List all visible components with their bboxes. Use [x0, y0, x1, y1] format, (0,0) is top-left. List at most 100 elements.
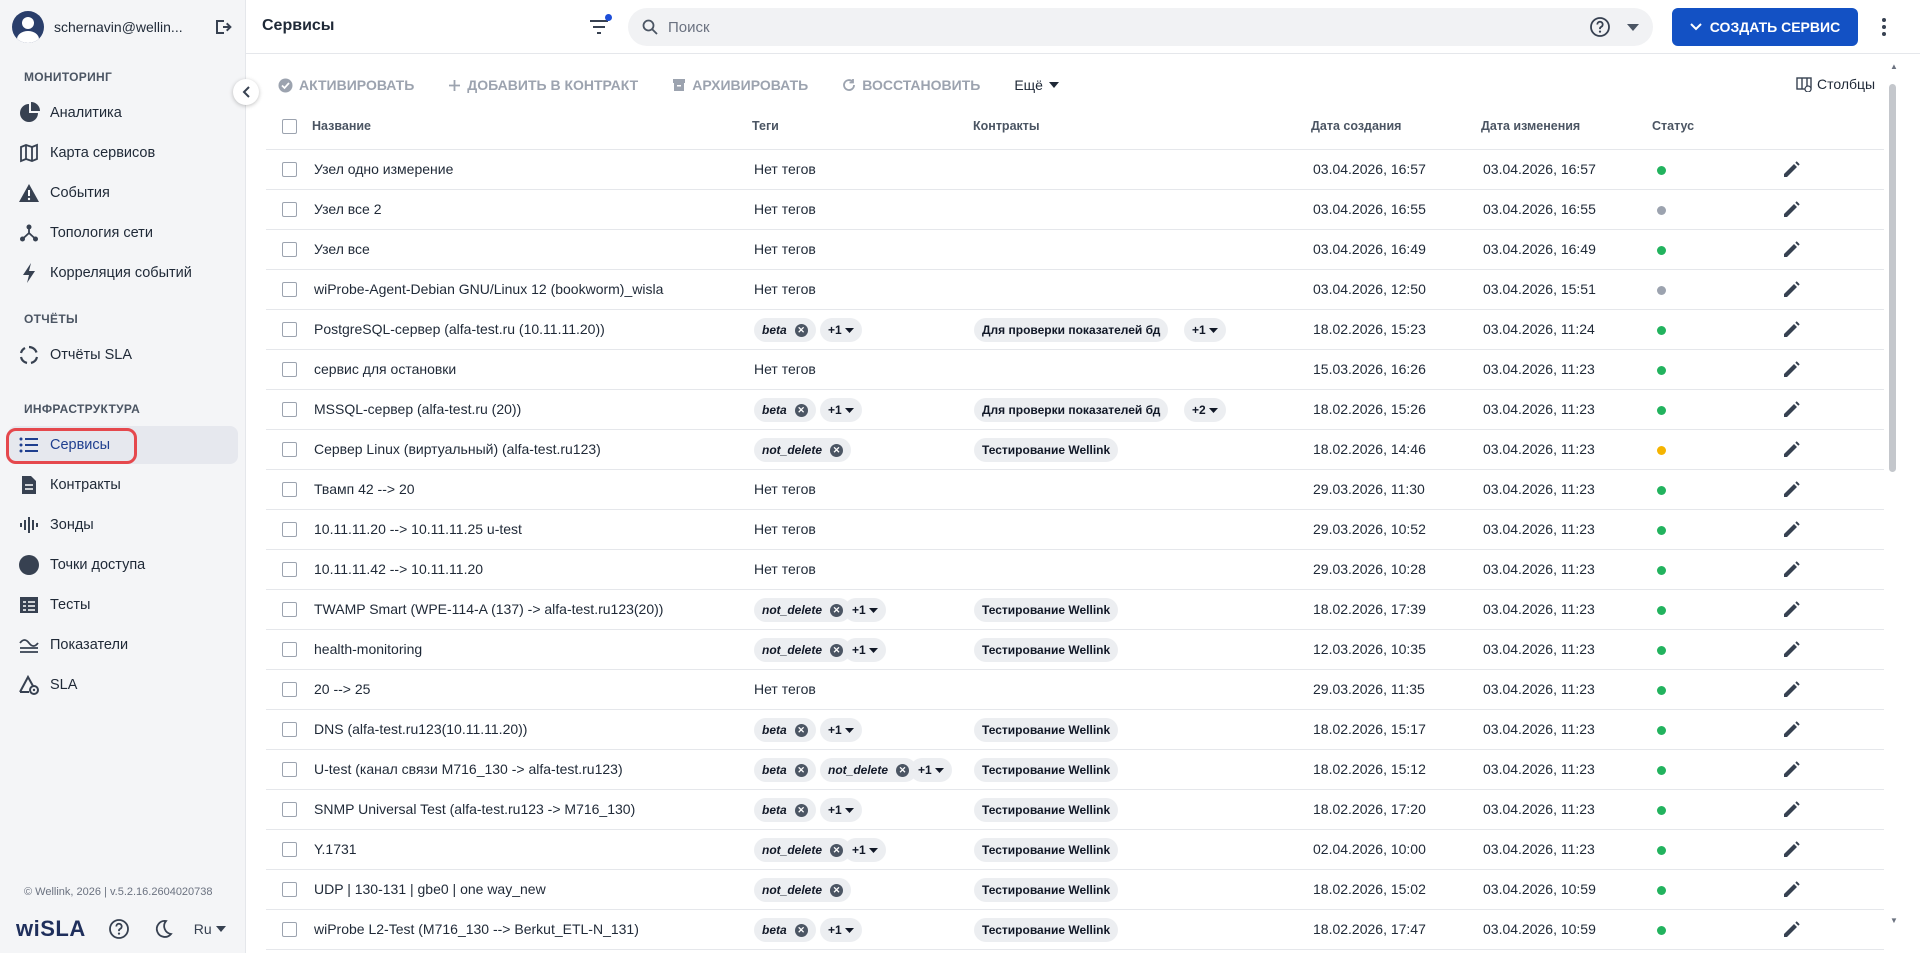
edit-icon[interactable] — [1780, 639, 1802, 661]
tags-more-chip[interactable]: +1 — [820, 718, 863, 742]
row-checkbox[interactable] — [282, 402, 297, 417]
service-name[interactable]: Узел одно измерение — [314, 161, 453, 177]
tags-more-chip[interactable]: +1 — [820, 918, 863, 942]
remove-tag-icon[interactable]: ✕ — [896, 763, 910, 777]
select-all-checkbox[interactable] — [282, 119, 297, 134]
service-name[interactable]: wiProbe-Agent-Debian GNU/Linux 12 (bookw… — [314, 281, 663, 297]
sidebar-item-0-0[interactable]: Аналитика — [8, 94, 238, 132]
contract-chip[interactable]: Тестирование Wellink — [974, 438, 1119, 462]
sidebar-item-0-3[interactable]: Топология сети — [8, 214, 238, 252]
tags-more-chip[interactable]: +1 — [820, 318, 863, 342]
tag-chip[interactable]: beta ✕ — [754, 398, 816, 422]
service-name[interactable]: Сервер Linux (виртуальный) (alfa-test.ru… — [314, 441, 601, 457]
table-row[interactable]: wiProbe-Agent-Debian GNU/Linux 12 (bookw… — [266, 270, 1884, 310]
sidebar-item-2-6[interactable]: SLA — [8, 666, 238, 704]
row-checkbox[interactable] — [282, 602, 297, 617]
tags-more-chip[interactable]: +1 — [910, 758, 953, 782]
row-checkbox[interactable] — [282, 362, 297, 377]
service-name[interactable]: health-monitoring — [314, 641, 422, 657]
service-name[interactable]: 20 --> 25 — [314, 681, 370, 697]
sidebar-item-2-1[interactable]: Контракты — [8, 466, 238, 504]
table-row[interactable]: wiProbe L2-Test (M716_130 --> Berkut_ETL… — [266, 910, 1884, 950]
row-checkbox[interactable] — [282, 682, 297, 697]
service-name[interactable]: Твамп 42 --> 20 — [314, 481, 415, 497]
table-row[interactable]: Узел все 2 Нет тегов 03.04.2026, 16:55 0… — [266, 190, 1884, 230]
sidebar-item-2-4[interactable]: Тесты — [8, 586, 238, 624]
edit-icon[interactable] — [1780, 199, 1802, 221]
table-row[interactable]: MSSQL-сервер (alfa-test.ru (20)) beta ✕ +1… — [266, 390, 1884, 430]
remove-tag-icon[interactable]: ✕ — [830, 603, 844, 617]
table-row[interactable]: Сервер Linux (виртуальный) (alfa-test.ru… — [266, 430, 1884, 470]
sidebar-item-2-0[interactable]: Сервисы — [8, 426, 238, 464]
columns-button[interactable]: Столбцы — [1796, 76, 1875, 92]
table-row[interactable]: UDP | 130-131 | gbe0 | one way_new not_d… — [266, 870, 1884, 910]
scroll-up-arrow[interactable]: ▲ — [1890, 62, 1898, 71]
edit-icon[interactable] — [1780, 879, 1802, 901]
edit-icon[interactable] — [1780, 159, 1802, 181]
search-options-chevron-icon[interactable] — [1627, 23, 1639, 31]
table-row[interactable]: Узел все Нет тегов 03.04.2026, 16:49 03.… — [266, 230, 1884, 270]
contracts-more-chip[interactable]: +2 — [1184, 398, 1227, 422]
edit-icon[interactable] — [1780, 319, 1802, 341]
contract-chip[interactable]: Тестирование Wellink — [974, 838, 1119, 862]
edit-icon[interactable] — [1780, 679, 1802, 701]
edit-icon[interactable] — [1780, 919, 1802, 941]
column-header-name[interactable]: Название — [312, 119, 371, 133]
remove-tag-icon[interactable]: ✕ — [794, 803, 808, 817]
tag-chip[interactable]: beta ✕ — [754, 758, 816, 782]
contract-chip[interactable]: Для проверки показателей бд — [974, 318, 1169, 342]
edit-icon[interactable] — [1780, 239, 1802, 261]
contract-chip[interactable]: Тестирование Wellink — [974, 878, 1119, 902]
filter-button[interactable] — [586, 14, 612, 40]
logout-icon[interactable] — [212, 16, 234, 38]
tags-more-chip[interactable]: +1 — [844, 838, 887, 862]
table-row[interactable]: DNS (alfa-test.ru123(10.11.11.20)) beta ✕… — [266, 710, 1884, 750]
remove-tag-icon[interactable]: ✕ — [830, 443, 844, 457]
service-name[interactable]: U-test (канал связи M716_130 -> alfa-tes… — [314, 761, 623, 777]
tag-chip[interactable]: beta ✕ — [754, 918, 816, 942]
contracts-more-chip[interactable]: +1 — [1184, 318, 1227, 342]
remove-tag-icon[interactable]: ✕ — [794, 763, 808, 777]
sidebar-item-2-5[interactable]: Показатели — [8, 626, 238, 664]
row-checkbox[interactable] — [282, 642, 297, 657]
row-checkbox[interactable] — [282, 282, 297, 297]
search-bar[interactable] — [628, 8, 1653, 46]
scroll-down-arrow[interactable]: ▼ — [1890, 916, 1898, 925]
table-row[interactable]: health-monitoring not_delete ✕ +1 Тестиров… — [266, 630, 1884, 670]
row-checkbox[interactable] — [282, 162, 297, 177]
help-icon[interactable] — [108, 918, 130, 940]
table-row[interactable]: 10.11.11.20 --> 10.11.11.25 u-test Нет т… — [266, 510, 1884, 550]
table-row[interactable]: SNMP Universal Test (alfa-test.ru123 -> … — [266, 790, 1884, 830]
edit-icon[interactable] — [1780, 479, 1802, 501]
sidebar-item-2-2[interactable]: Зонды — [8, 506, 238, 544]
row-checkbox[interactable] — [282, 442, 297, 457]
edit-icon[interactable] — [1780, 519, 1802, 541]
edit-icon[interactable] — [1780, 719, 1802, 741]
tag-chip[interactable]: not_delete ✕ — [754, 598, 852, 622]
more-actions-button[interactable]: Ещё — [1014, 77, 1059, 93]
service-name[interactable]: 10.11.11.20 --> 10.11.11.25 u-test — [314, 521, 522, 537]
service-name[interactable]: TWAMP Smart (WPE-114-A (137) -> alfa-tes… — [314, 601, 663, 617]
sidebar-item-0-1[interactable]: Карта сервисов — [8, 134, 238, 172]
user-row[interactable]: schernavin@wellin... — [0, 0, 246, 54]
row-checkbox[interactable] — [282, 882, 297, 897]
tag-chip[interactable]: beta ✕ — [754, 798, 816, 822]
archive-button[interactable]: АРХИВИРОВАТЬ — [672, 77, 808, 93]
column-header-contracts[interactable]: Контракты — [973, 119, 1040, 133]
contract-chip[interactable]: Для проверки показателей бд — [974, 398, 1169, 422]
add-to-contract-button[interactable]: ДОБАВИТЬ В КОНТРАКТ — [448, 77, 638, 93]
activate-button[interactable]: АКТИВИРОВАТЬ — [278, 77, 414, 93]
table-row[interactable]: 20 --> 25 Нет тегов 29.03.2026, 11:35 03… — [266, 670, 1884, 710]
tags-more-chip[interactable]: +1 — [820, 398, 863, 422]
contract-chip[interactable]: Тестирование Wellink — [974, 758, 1119, 782]
row-checkbox[interactable] — [282, 762, 297, 777]
remove-tag-icon[interactable]: ✕ — [794, 323, 808, 337]
edit-icon[interactable] — [1780, 399, 1802, 421]
row-checkbox[interactable] — [282, 802, 297, 817]
service-name[interactable]: 10.11.11.42 --> 10.11.11.20 — [314, 561, 483, 577]
column-header-status[interactable]: Статус — [1652, 119, 1694, 133]
restore-button[interactable]: ВОССТАНОВИТЬ — [842, 77, 980, 93]
remove-tag-icon[interactable]: ✕ — [794, 923, 808, 937]
scrollbar-thumb[interactable] — [1889, 84, 1896, 472]
more-menu-button[interactable] — [1874, 14, 1894, 40]
